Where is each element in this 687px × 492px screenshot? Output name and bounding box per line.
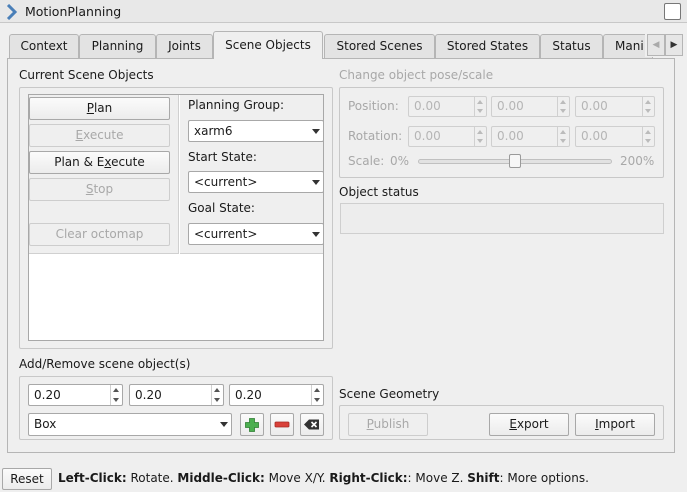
clear-octomap-button[interactable]: Clear octomap: [29, 223, 170, 246]
goal-state-label: Goal State:: [188, 201, 255, 215]
planning-group-value: xarm6: [194, 124, 233, 138]
scale-max-label: 200%: [620, 154, 655, 168]
planning-group-select[interactable]: xarm6: [188, 120, 324, 142]
chevron-down-icon: [312, 232, 320, 237]
reset-button[interactable]: Reset: [2, 468, 52, 490]
scale-slider-handle[interactable]: [509, 154, 521, 168]
dimension-x-spinbox[interactable]: 0.20: [28, 384, 123, 406]
planning-group-label: Planning Group:: [188, 98, 285, 112]
start-state-select[interactable]: <current>: [188, 171, 324, 193]
plan-and-execute-button[interactable]: Plan & Execute: [29, 151, 170, 174]
rotation-x-spinbox[interactable]: 0.00: [408, 126, 487, 147]
goal-state-value: <current>: [194, 227, 258, 241]
shape-select[interactable]: Box: [28, 413, 232, 436]
import-button[interactable]: Import: [575, 413, 655, 436]
clear-objects-button[interactable]: [300, 413, 324, 436]
position-z-spinbox[interactable]: 0.00: [575, 96, 655, 117]
chevron-down-icon: [312, 129, 320, 134]
plan-button[interactable]: Plan: [29, 97, 170, 120]
stop-button[interactable]: Stop: [29, 178, 170, 201]
scale-min-label: 0%: [390, 154, 410, 168]
remove-object-button[interactable]: [270, 413, 294, 436]
publish-button[interactable]: Publish: [348, 413, 428, 436]
rotation-label: Rotation:: [348, 129, 403, 143]
plus-icon: [245, 418, 259, 432]
start-state-value: <current>: [194, 175, 258, 189]
add-remove-objects-label: Add/Remove scene object(s): [19, 357, 191, 371]
change-pose-scale-label: Change object pose/scale: [339, 68, 494, 82]
dimension-z-spinbox[interactable]: 0.20: [229, 384, 324, 406]
rotation-y-spinbox[interactable]: 0.00: [491, 126, 570, 147]
status-hint-text: Left-Click: Rotate. Middle-Click: Move X…: [58, 471, 589, 485]
object-status-label: Object status: [339, 185, 419, 199]
start-state-label: Start State:: [188, 150, 257, 164]
execute-button[interactable]: Execute: [29, 124, 170, 147]
goal-state-select[interactable]: <current>: [188, 223, 324, 245]
position-y-spinbox[interactable]: 0.00: [491, 96, 570, 117]
chevron-down-icon: [220, 422, 228, 427]
position-x-spinbox[interactable]: 0.00: [408, 96, 487, 117]
backspace-icon: [304, 419, 319, 430]
object-status-field: [340, 203, 664, 234]
scene-geometry-label: Scene Geometry: [339, 387, 440, 401]
current-scene-objects-label: Current Scene Objects: [19, 68, 154, 82]
minus-icon: [274, 421, 290, 428]
scale-label: Scale:: [348, 154, 385, 168]
chevron-down-icon: [312, 180, 320, 185]
rotation-z-spinbox[interactable]: 0.00: [575, 126, 655, 147]
add-object-button[interactable]: [240, 413, 264, 436]
dimension-y-spinbox[interactable]: 0.20: [129, 384, 224, 406]
shape-value: Box: [34, 417, 57, 431]
position-label: Position:: [348, 99, 399, 113]
export-button[interactable]: Export: [489, 413, 569, 436]
